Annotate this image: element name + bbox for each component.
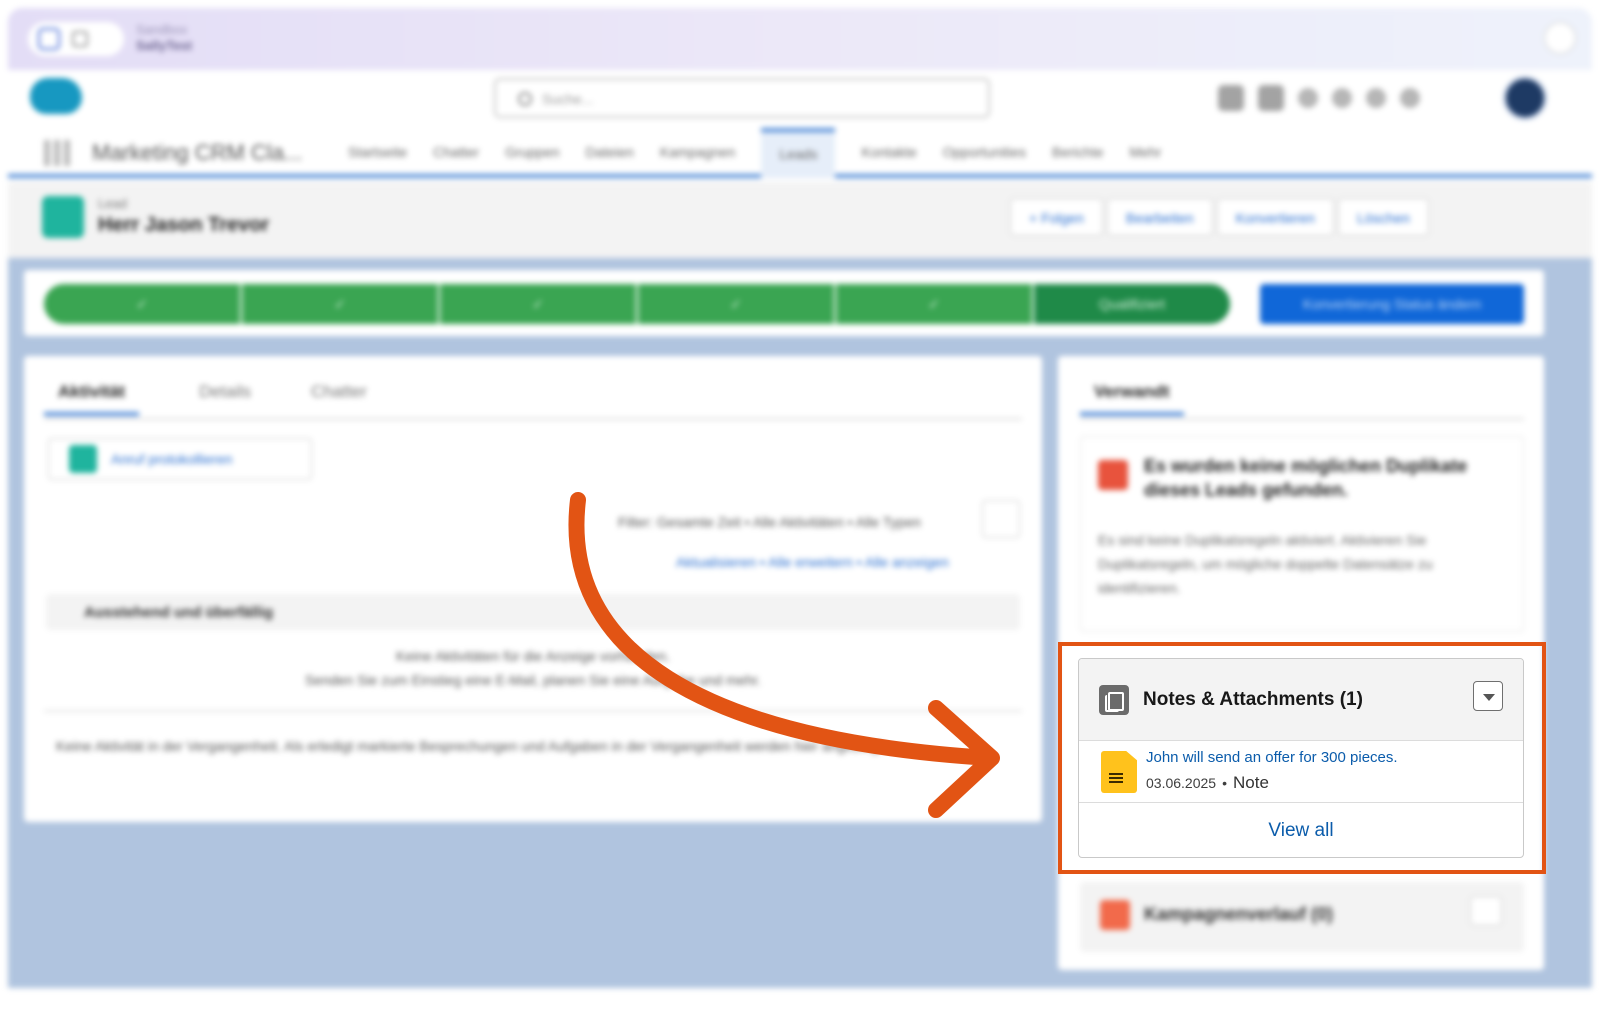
global-search-input[interactable]: Suche... <box>494 78 990 118</box>
nav-items: Startseite Chatter Gruppen Dateien Kampa… <box>348 128 1161 178</box>
call-icon <box>69 445 97 473</box>
activity-filter-text: Filter: Gesamte Zeit • Alle Aktivitäten … <box>618 514 921 530</box>
tab-activity[interactable]: Aktivität <box>44 382 140 416</box>
duplicates-title: Es wurden keine möglichen Duplikate dies… <box>1144 456 1468 500</box>
new-tab-icon <box>38 28 60 50</box>
favorites-icon[interactable] <box>1218 85 1244 111</box>
tab-divider <box>44 418 1022 420</box>
browser-tab-switcher[interactable] <box>28 22 124 56</box>
upcoming-overdue-section[interactable]: Ausstehend und überfällig <box>46 594 1020 630</box>
record-name: Herr Jason Trevor <box>98 214 270 236</box>
activity-links[interactable]: Aktualisieren • Alle erweitern • Alle an… <box>676 554 949 570</box>
path-step[interactable]: ✓ <box>242 284 438 324</box>
note-file-icon <box>1101 751 1137 793</box>
global-header: Suche... <box>8 70 1592 128</box>
meta-separator: • <box>1222 775 1227 791</box>
sandbox-type: Sandbox <box>136 22 188 37</box>
nav-item-contacts[interactable]: Kontakte <box>861 144 916 178</box>
campaign-history-title: Kampagnenverlauf (0) <box>1144 904 1334 924</box>
nav-item-chatter[interactable]: Chatter <box>433 144 479 178</box>
convert-button[interactable]: Konvertieren <box>1216 198 1334 236</box>
notes-dropdown-button[interactable] <box>1473 681 1503 711</box>
app-nav-bar: Marketing CRM Cla... Startseite Chatter … <box>8 128 1592 178</box>
nav-item-more[interactable]: Mehr <box>1129 144 1161 178</box>
change-status-button[interactable]: Konvertierung Status ändern <box>1260 284 1524 324</box>
header-utility-icons <box>1218 84 1420 112</box>
nav-item-reports[interactable]: Berichte <box>1052 144 1103 178</box>
follow-button[interactable]: + Folgen <box>1010 198 1103 236</box>
record-header: Lead Herr Jason Trevor + Folgen Bearbeit… <box>8 182 1592 258</box>
setup-gear-icon[interactable] <box>1366 88 1386 108</box>
section-title: Ausstehend und überfällig <box>84 604 274 621</box>
trailhead-icon[interactable] <box>1298 88 1318 108</box>
log-call-label: Anruf protokollieren <box>111 451 233 467</box>
notes-header: Notes & Attachments (1) <box>1079 659 1523 741</box>
search-icon <box>518 92 532 106</box>
note-date: 03.06.2025 <box>1146 775 1217 791</box>
nav-item-leads[interactable]: Leads <box>761 128 836 178</box>
edit-button[interactable]: Bearbeiten <box>1106 198 1213 236</box>
user-avatar[interactable] <box>1503 76 1547 120</box>
help-icon[interactable] <box>1332 88 1352 108</box>
filter-settings-gear-icon[interactable] <box>982 500 1020 538</box>
record-type: Lead <box>98 196 127 211</box>
nav-item-campaigns[interactable]: Kampagnen <box>660 144 736 178</box>
note-list-item: John will send an offer for 300 pieces. … <box>1079 741 1523 803</box>
search-placeholder: Suche... <box>542 91 594 107</box>
nav-item-home[interactable]: Startseite <box>348 144 407 178</box>
path-steps: ✓ ✓ ✓ ✓ ✓ Qualifiziert <box>44 284 1232 324</box>
activity-tabs: Aktivität Details Chatter <box>44 382 367 416</box>
notes-title[interactable]: Notes & Attachments (1) <box>1143 689 1363 711</box>
duplicate-warning-icon <box>1098 460 1128 490</box>
log-call-button[interactable]: Anruf protokollieren <box>48 438 312 480</box>
campaign-icon <box>1100 900 1130 930</box>
note-type: Note <box>1232 773 1269 792</box>
tab-details[interactable]: Details <box>199 382 251 416</box>
path-step[interactable]: ✓ <box>638 284 834 324</box>
nav-item-opportunities[interactable]: Opportunities <box>943 144 1026 178</box>
app-launcher-icon[interactable] <box>44 140 70 166</box>
notes-attachments-icon <box>1099 685 1129 715</box>
nav-item-files[interactable]: Dateien <box>586 144 634 178</box>
tabs-icon <box>72 31 88 47</box>
empty-activity-text: Keine Aktivitäten für die Anzeige vorhan… <box>396 648 670 664</box>
nav-item-groups[interactable]: Gruppen <box>505 144 559 178</box>
view-all-link[interactable]: View all <box>1079 803 1523 857</box>
campaign-menu-button[interactable] <box>1470 896 1502 926</box>
path-step[interactable]: ✓ <box>836 284 1032 324</box>
delete-button[interactable]: Löschen <box>1337 198 1429 236</box>
note-meta: 03.06.2025 • Note <box>1146 773 1269 793</box>
path-step[interactable]: ✓ <box>440 284 636 324</box>
note-lines-icon <box>1109 773 1123 783</box>
path-step[interactable]: ✓ <box>44 284 240 324</box>
divider <box>44 710 1022 712</box>
salesforce-logo[interactable] <box>30 78 82 114</box>
tab-related[interactable]: Verwandt <box>1080 382 1184 416</box>
browser-bar: Sandbox SallyTest <box>8 8 1592 70</box>
related-tab-divider <box>1080 418 1524 420</box>
duplicates-body: Es sind keine Duplikatsregeln aktiviert.… <box>1098 532 1433 596</box>
empty-activity-hint: Senden Sie zum Einstieg eine E-Mail, pla… <box>304 672 762 688</box>
past-activity-text: Keine Aktivität in der Vergangenheit. Al… <box>56 738 887 754</box>
sandbox-label: Sandbox SallyTest <box>136 22 192 54</box>
sandbox-name: SallyTest <box>136 38 193 53</box>
path-step-current[interactable]: Qualifiziert <box>1034 284 1230 324</box>
global-actions-icon[interactable] <box>1258 85 1284 111</box>
browser-menu-button[interactable] <box>1544 22 1576 54</box>
app-name: Marketing CRM Cla... <box>92 140 303 165</box>
record-actions: + Folgen Bearbeiten Konvertieren Löschen <box>1010 198 1433 236</box>
notes-attachments-card: Notes & Attachments (1) John will send a… <box>1078 658 1524 858</box>
note-title-link[interactable]: John will send an offer for 300 pieces. <box>1146 749 1398 766</box>
tab-chatter[interactable]: Chatter <box>311 382 367 416</box>
lead-icon <box>42 196 84 238</box>
notifications-bell-icon[interactable] <box>1400 88 1420 108</box>
